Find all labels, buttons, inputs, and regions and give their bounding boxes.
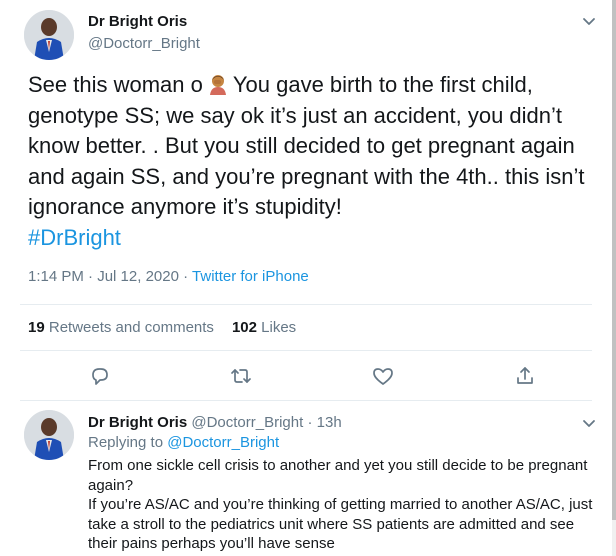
retweets-stat[interactable]: 19 Retweets and comments [28,319,214,336]
chevron-down-icon[interactable] [580,12,598,35]
scrollbar-thumb[interactable] [612,0,616,520]
chevron-down-icon[interactable] [580,414,598,437]
likes-stat[interactable]: 102 Likes [232,319,296,336]
avatar[interactable] [24,10,74,60]
retweets-count: 19 [28,319,45,336]
tweet-text: See this woman o You gave birth to the f… [28,70,598,253]
divider [20,350,592,351]
likes-label: Likes [261,319,297,336]
tweet-stats: 19 Retweets and comments 102 Likes [28,319,296,336]
replying-to: Replying to @Doctorr_Bright [88,434,279,451]
reply-line: If you’re AS/AC and you’re thinking of g… [88,496,593,552]
reply-author-name[interactable]: Dr Bright Oris [88,414,187,431]
scrollbar[interactable] [612,0,616,556]
reply-time[interactable]: 13h [317,414,342,431]
tweet-date[interactable]: Jul 12, 2020 [97,268,179,285]
tweet-text-start: See this woman o [28,72,203,97]
facepalm-emoji [207,73,229,95]
author-name[interactable]: Dr Bright Oris [88,13,187,30]
share-icon[interactable] [514,365,536,387]
replying-to-link[interactable]: @Doctorr_Bright [167,434,279,451]
reply-separator: · [307,414,313,431]
reply-icon[interactable] [88,365,110,387]
likes-count: 102 [231,319,257,336]
divider [20,400,592,401]
tweet-meta: 1:14 PM · Jul 12, 2020 · Twitter for iPh… [28,268,309,285]
reply-header: Dr Bright Oris @Doctorr_Bright · 13h [88,414,342,431]
reply-text: From one sickle cell crisis to another a… [88,456,598,554]
retweets-label: Retweets and comments [48,319,214,336]
reply-author-handle[interactable]: @Doctorr_Bright [191,414,303,431]
replying-label: Replying to [88,434,164,451]
hashtag-link[interactable]: #DrBright [28,225,121,250]
avatar[interactable] [24,410,74,460]
tweet-time[interactable]: 1:14 PM [28,268,84,285]
reply-line: From one sickle cell crisis to another a… [88,457,588,494]
meta-separator: · [183,268,189,285]
tweet-detail-page: Dr Bright Oris @Doctorr_Bright See this … [0,0,612,556]
tweet-source[interactable]: Twitter for iPhone [192,268,309,285]
divider [20,304,592,305]
like-icon[interactable] [372,365,394,387]
author-handle[interactable]: @Doctorr_Bright [88,35,200,52]
meta-separator: · [88,268,94,285]
retweet-icon[interactable] [230,365,252,387]
